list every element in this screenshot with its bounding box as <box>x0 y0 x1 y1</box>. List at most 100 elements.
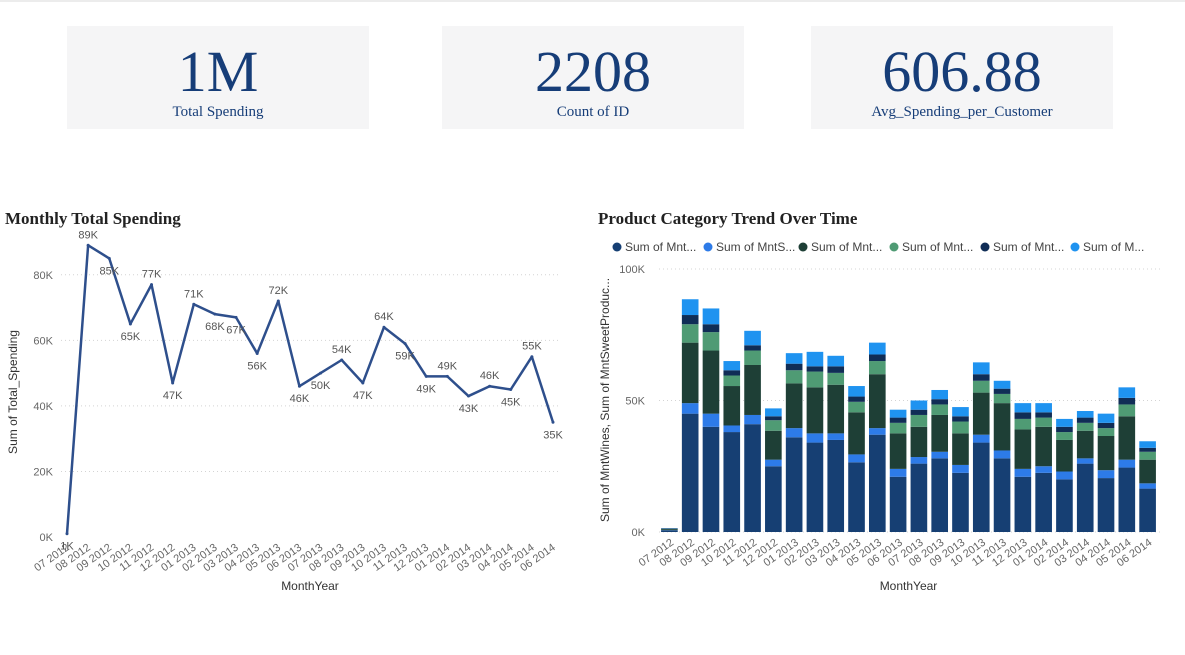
line-chart[interactable]: 0K20K40K60K80KSum of Total_Spending07 20… <box>0 228 590 608</box>
legend-label: Sum of Mnt... <box>902 240 973 254</box>
bar-segment <box>1035 403 1052 413</box>
bar-segment <box>848 386 865 397</box>
bar-segment <box>806 387 824 434</box>
bar-segment <box>1118 467 1136 532</box>
data-label: 85K <box>99 265 119 277</box>
bar-segment <box>868 374 886 429</box>
y-tick-label: 60K <box>33 335 53 347</box>
data-label: 47K <box>163 390 183 402</box>
bar-segment <box>765 416 782 421</box>
bar-segment <box>1097 436 1115 471</box>
bar-segment <box>848 412 865 455</box>
bar-segment <box>785 353 803 364</box>
bar-segment <box>806 366 824 372</box>
bar-segment <box>785 370 803 384</box>
bar-segment <box>848 396 865 402</box>
bar-segment <box>972 380 990 393</box>
bar-segment <box>1014 429 1032 469</box>
bar-segment <box>931 451 949 459</box>
kpi-value: 606.88 <box>882 39 1042 104</box>
bar-segment <box>765 459 782 467</box>
kpi-value: 1M <box>177 39 259 104</box>
bar-segment <box>681 403 699 414</box>
kpi-card-count-of-id[interactable]: 2208 Count of ID <box>442 26 744 129</box>
legend-marker <box>703 242 713 252</box>
data-label: 56K <box>247 360 267 372</box>
top-border <box>0 0 1185 2</box>
bar-segment <box>785 437 803 532</box>
bar-segment <box>806 351 824 367</box>
data-point <box>488 384 492 388</box>
x-axis-title: MonthYear <box>880 579 938 593</box>
bar-segment <box>993 393 1011 404</box>
bar-segment <box>1035 426 1052 467</box>
data-label: 49K <box>438 360 458 372</box>
bar-segment <box>744 330 761 346</box>
bar-segment <box>848 462 865 532</box>
bar-segment <box>993 403 1011 451</box>
bar-segment <box>1139 488 1156 532</box>
bar-segment <box>889 476 907 532</box>
bar-segment <box>952 416 969 422</box>
data-point <box>509 388 513 391</box>
bar-segment <box>744 350 761 365</box>
bar-segment <box>910 414 928 427</box>
bar-segment <box>1097 470 1115 479</box>
bar-segment <box>1118 397 1136 405</box>
bar-segment <box>1076 430 1094 459</box>
bar-segment <box>681 342 699 404</box>
data-point <box>319 371 323 375</box>
bar-segment <box>1118 404 1136 417</box>
bar-segment <box>1076 417 1094 423</box>
data-point <box>150 283 154 287</box>
bar-segment <box>827 439 845 532</box>
bar-segment <box>931 404 949 415</box>
data-point <box>86 243 90 247</box>
bar-segment <box>765 408 782 417</box>
bar-segment <box>972 442 990 532</box>
kpi-label: Avg_Spending_per_Customer <box>871 104 1053 120</box>
data-label: 67K <box>226 324 246 336</box>
data-point <box>382 325 386 329</box>
bar-segment <box>931 399 949 405</box>
bar-segment <box>744 424 761 532</box>
legend-marker <box>612 242 622 252</box>
bar-segment <box>1014 476 1032 532</box>
bar-segment <box>723 370 741 376</box>
data-point <box>255 351 259 355</box>
bar-segment <box>910 457 928 464</box>
bar-segment <box>1076 463 1094 532</box>
bar-segment <box>1056 471 1073 480</box>
kpi-card-avg-spending[interactable]: 606.88 Avg_Spending_per_Customer <box>811 26 1113 129</box>
kpi-card-total-spending[interactable]: 1M Total Spending <box>67 26 369 129</box>
bar-segment <box>702 324 720 333</box>
bar-segment <box>848 401 865 413</box>
bar-segment <box>868 342 886 355</box>
bar-segment <box>702 308 720 325</box>
bar-segment <box>952 433 969 465</box>
data-label: 89K <box>78 229 98 241</box>
data-label: 72K <box>269 285 289 297</box>
bar-segment <box>1097 478 1115 532</box>
bar-segment <box>765 430 782 460</box>
bar-segment <box>1139 459 1156 484</box>
bar-segment <box>1056 479 1073 532</box>
data-point <box>361 381 365 385</box>
bar-segment <box>1097 422 1115 429</box>
bar-segment <box>910 463 928 532</box>
bar-segment <box>1035 472 1052 532</box>
bar-segment <box>889 433 907 469</box>
y-tick-label: 0K <box>40 532 54 544</box>
data-point <box>65 532 69 536</box>
line-chart-title: Monthly Total Spending <box>5 209 181 228</box>
bar-segment <box>952 472 969 532</box>
data-point <box>276 299 280 303</box>
stacked-bar-chart[interactable]: 0K 50K 100K Sum of MntWines, Sum of MntSwee… <box>592 228 1182 608</box>
bar-segment <box>1035 417 1052 427</box>
y-axis-title: Sum of MntWines, Sum of MntSweetProduc..… <box>598 278 612 522</box>
bar-segment <box>993 380 1011 389</box>
bar-segment <box>972 392 990 435</box>
bar-segment <box>868 434 886 532</box>
bar-segment <box>1014 403 1032 413</box>
data-label: 1K <box>60 541 74 553</box>
